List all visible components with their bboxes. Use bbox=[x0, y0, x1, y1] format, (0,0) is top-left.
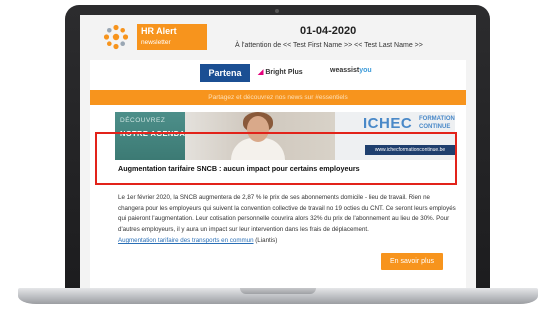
article-link-source: (Liantis) bbox=[255, 237, 278, 244]
brand-subtitle: newsletter bbox=[141, 39, 171, 46]
partner-logos: Partena ◢ Bright Plus weassistyou bbox=[90, 60, 466, 88]
read-more-button[interactable]: En savoir plus bbox=[381, 253, 443, 270]
newsletter-date: 01-04-2020 bbox=[300, 25, 357, 37]
weassist-label: weassist bbox=[330, 67, 360, 74]
weassist-you-label: you bbox=[359, 67, 372, 74]
ichec-logo: ICHEC bbox=[363, 115, 413, 132]
brightplus-logo[interactable]: ◢ Bright Plus bbox=[258, 68, 303, 76]
brightplus-label: Bright Plus bbox=[265, 69, 303, 76]
webcam-icon bbox=[275, 9, 279, 13]
ichec-continue-text: CONTINUE bbox=[419, 124, 451, 130]
brand-title: HR Alert bbox=[141, 26, 177, 36]
highlight-box bbox=[95, 132, 457, 185]
hr-alert-logo: HR Alert newsletter bbox=[137, 24, 207, 50]
weassistyou-logo[interactable]: weassistyou bbox=[330, 67, 372, 74]
laptop-base-notch bbox=[240, 288, 316, 294]
share-banner[interactable]: Partagez et découvrez nos news sur #esse… bbox=[90, 90, 466, 105]
article-link[interactable]: Augmentation tarifaire des transports en… bbox=[118, 237, 254, 244]
attention-line: À l'attention de << Test First Name >> <… bbox=[235, 42, 423, 49]
partena-logo[interactable]: Partena bbox=[200, 64, 250, 82]
banner-decouvrez-text: DÉCOUVREZ bbox=[120, 117, 166, 124]
ichec-formation-text: FORMATION bbox=[419, 116, 455, 122]
article-link-row: Augmentation tarifaire des transports en… bbox=[118, 237, 277, 244]
article-body: Le 1er février 2020, la SNCB augmentera … bbox=[118, 194, 456, 233]
newsletter-header: HR Alert newsletter 01-04-2020 À l'atten… bbox=[90, 20, 466, 60]
hr-alert-logo-icon bbox=[103, 24, 129, 50]
